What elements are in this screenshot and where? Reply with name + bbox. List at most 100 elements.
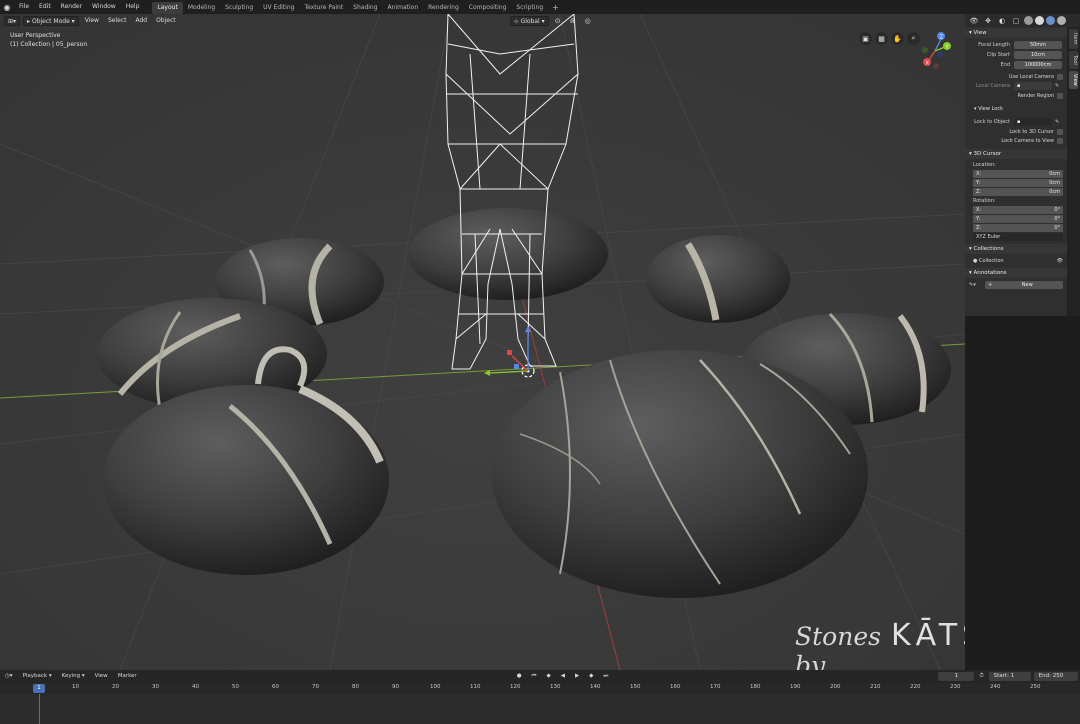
workspace-tab-texture-paint[interactable]: Texture Paint [299, 2, 348, 14]
axis-label: Y: [976, 180, 981, 186]
jump-start-icon[interactable]: ⏮ [527, 670, 542, 683]
view-panel-header[interactable]: ▾ View [965, 28, 1067, 38]
view-menu[interactable]: View [82, 16, 102, 26]
current-frame-indicator[interactable]: 1 [33, 684, 45, 693]
proportional-editing-icon[interactable]: ◎ [582, 16, 594, 26]
lock-to-object-field[interactable]: ▪ [1014, 117, 1052, 126]
tab-tool[interactable]: Tool [1069, 51, 1078, 69]
timeline-editor-icon[interactable]: ◷▾ [0, 670, 18, 683]
3d-viewport[interactable]: Z Y X ⊞▾ ▸ Object Mode ▾ View Select Add… [0, 14, 965, 670]
workspace-tab-layout[interactable]: Layout [152, 1, 183, 14]
workspace-tab-uv-editing[interactable]: UV Editing [258, 2, 299, 14]
snap-icon[interactable]: ⋒ [567, 16, 579, 26]
keying-menu[interactable]: Keying ▾ [57, 670, 90, 683]
axis-value: 0° [1054, 207, 1060, 213]
cursor-rotation-y-field[interactable]: Y: 0° [973, 215, 1063, 223]
pan-hand-icon[interactable]: ✋ [891, 32, 904, 45]
start-frame-value: 1 [1010, 673, 1015, 679]
lock-to-cursor-label: Lock to 3D Cursor [1009, 128, 1054, 135]
transform-orientation-select[interactable]: ⊹ Global ▾ [509, 15, 549, 26]
cursor-location-y-field[interactable]: Y: 0cm [973, 179, 1063, 187]
annotation-pencil-icon[interactable]: ✎▾ [969, 282, 985, 288]
menu-file[interactable]: File [14, 0, 34, 14]
toggle-perspective-icon[interactable]: ▦ [875, 32, 888, 45]
viewport-overlay-info: User Perspective (1) Collection | 05_per… [10, 31, 87, 49]
lock-eyedropper-icon[interactable]: ✎ [1055, 119, 1059, 125]
record-icon[interactable]: ● [512, 670, 527, 683]
render-region-label: Render Region [1017, 92, 1054, 99]
view-lock-header[interactable]: ▾ View Lock [965, 105, 1067, 114]
cursor-location-z-field[interactable]: Z: 0cm [973, 188, 1063, 196]
workspace-tab-sculpting[interactable]: Sculpting [220, 2, 258, 14]
collection-item-label[interactable]: Collection [979, 258, 1004, 264]
play-icon[interactable]: ▶ [570, 670, 584, 683]
wireframe-shading-icon[interactable] [1024, 16, 1033, 25]
render-region-checkbox[interactable] [1057, 92, 1063, 99]
view-panel-title: View [973, 30, 987, 36]
timeline-view-menu[interactable]: View [90, 670, 113, 683]
preview-range-icon[interactable]: ⏱ [974, 670, 988, 683]
axis-value: 0cm [1049, 180, 1060, 186]
view-name-text: User Perspective [10, 32, 61, 39]
collection-visibility-eye-icon[interactable]: 👁 [1057, 258, 1063, 264]
collections-panel-header[interactable]: ▾ Collections [965, 244, 1067, 254]
cursor-rotation-x-field[interactable]: X: 0° [973, 206, 1063, 214]
end-frame-field[interactable]: End: 250 [1033, 672, 1078, 681]
frame-tick: 100 [430, 684, 441, 690]
play-reverse-icon[interactable]: ◀ [556, 670, 570, 683]
editor-type-button[interactable]: ⊞▾ [4, 15, 21, 26]
playhead-line[interactable] [39, 694, 40, 724]
menu-window[interactable]: Window [87, 0, 121, 14]
playback-menu[interactable]: Playback ▾ [18, 670, 57, 683]
solid-shading-icon[interactable] [1035, 16, 1044, 25]
mode-select[interactable]: ▸ Object Mode ▾ [23, 15, 79, 26]
marker-menu[interactable]: Marker [113, 670, 142, 683]
gizmo-toggle-icon[interactable]: ✥ [982, 16, 994, 26]
timeline-ruler[interactable]: 10 20 30 40 50 60 70 80 90 100 110 120 1… [0, 683, 1080, 694]
lock-camera-checkbox[interactable] [1057, 137, 1063, 144]
material-preview-icon[interactable] [1046, 16, 1055, 25]
focal-length-field[interactable]: 50mm [1014, 40, 1062, 49]
blender-logo-icon[interactable]: ◉ [0, 0, 14, 14]
menu-edit[interactable]: Edit [34, 0, 56, 14]
menu-render[interactable]: Render [56, 0, 87, 14]
local-camera-field[interactable]: ▪ [1014, 81, 1052, 90]
timeline-keyframe-area[interactable] [0, 694, 1080, 724]
rendered-shading-icon[interactable] [1057, 16, 1066, 25]
select-menu[interactable]: Select [105, 16, 130, 26]
new-annotation-button[interactable]: + New [985, 280, 1063, 289]
annotations-panel-header[interactable]: ▾ Annotations [965, 268, 1067, 278]
eyedropper-icon[interactable]: ✎ [1055, 83, 1059, 89]
workspace-tab-scripting[interactable]: Scripting [511, 2, 548, 14]
tab-view[interactable]: View [1069, 71, 1078, 89]
workspace-tab-animation[interactable]: Animation [383, 2, 424, 14]
add-workspace-button[interactable]: + [548, 3, 563, 12]
cursor-location-x-field[interactable]: X: 0cm [973, 170, 1063, 178]
tab-item[interactable]: Item [1069, 29, 1078, 49]
workspace-tab-shading[interactable]: Shading [348, 2, 382, 14]
start-frame-field[interactable]: Start: 1 [988, 672, 1031, 681]
lock-to-cursor-checkbox[interactable] [1057, 128, 1063, 135]
clip-end-field[interactable]: 100000cm [1014, 60, 1062, 69]
add-menu[interactable]: Add [132, 16, 150, 26]
object-visibility-icon[interactable]: 👁 [968, 16, 980, 26]
workspace-tab-modeling[interactable]: Modeling [183, 2, 220, 14]
clip-start-field[interactable]: 10cm [1014, 50, 1062, 59]
current-frame-field[interactable]: 1 [938, 672, 975, 681]
object-menu[interactable]: Object [153, 16, 179, 26]
camera-view-icon[interactable]: ▣ [859, 32, 872, 45]
pivot-point-icon[interactable]: ⊙ [552, 16, 564, 26]
xray-icon[interactable]: ▢ [1010, 16, 1022, 26]
rotation-mode-select[interactable]: XYZ Euler [973, 233, 1063, 241]
3d-cursor-panel-header[interactable]: ▾ 3D Cursor [965, 149, 1067, 159]
workspace-tab-rendering[interactable]: Rendering [423, 2, 464, 14]
jump-end-icon[interactable]: ⏭ [598, 670, 613, 683]
overlays-icon[interactable]: ◐ [996, 16, 1008, 26]
workspace-tab-compositing[interactable]: Compositing [464, 2, 512, 14]
next-keyframe-icon[interactable]: ◆ [584, 670, 598, 683]
menu-help[interactable]: Help [121, 0, 145, 14]
prev-keyframe-icon[interactable]: ◆ [541, 670, 555, 683]
use-local-camera-checkbox[interactable] [1057, 73, 1063, 80]
cursor-rotation-z-field[interactable]: Z: 0° [973, 224, 1063, 232]
zoom-icon[interactable]: ⌕ [907, 32, 920, 45]
